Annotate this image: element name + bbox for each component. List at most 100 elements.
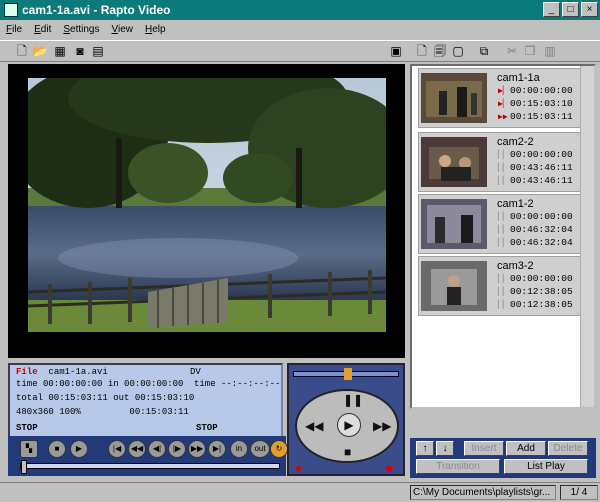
play-marker-icon: ▏▏ bbox=[498, 213, 508, 222]
transition-button[interactable]: Transition bbox=[416, 459, 500, 474]
shuttle-slider[interactable] bbox=[293, 368, 399, 380]
status-bar: C:\My Documents\playlists\gr... 1/ 4 bbox=[0, 482, 600, 502]
new-file-icon[interactable]: 🗋 bbox=[14, 43, 30, 59]
jog-play-icon[interactable]: ▶ bbox=[337, 413, 361, 437]
out-marker-icon: ▏▏ bbox=[498, 239, 508, 248]
play-button[interactable]: ▶ bbox=[70, 440, 88, 458]
new-list-icon[interactable]: 🗋 bbox=[414, 43, 430, 59]
toolbar: 🗋 📂 ▦ ◙ ▤ ▣ 🗋 🗐 ▢ ⧉ ✂ ❐ ▥ bbox=[0, 40, 600, 62]
seek-slider[interactable] bbox=[20, 460, 280, 474]
clip-name: cam3-2 bbox=[497, 260, 534, 272]
clip-item[interactable]: cam3-2 ▏▏ 00:00:00:00 ▏▏ 00:12:38:05 ▏▏ 00:… bbox=[418, 256, 583, 316]
clip-item[interactable]: cam1-1a ▶▏ 00:00:00:00 ▶▏ 00:15:03:10 ▶▶ 00… bbox=[418, 68, 583, 128]
clip-list[interactable]: cam1-1a ▶▏ 00:00:00:00 ▶▏ 00:15:03:10 ▶▶ 00… bbox=[410, 64, 596, 409]
status-stop-left: STOP bbox=[16, 423, 38, 433]
loop-button[interactable]: ↻ bbox=[270, 440, 288, 458]
properties-icon[interactable]: ⧉ bbox=[476, 43, 492, 59]
rewind-button[interactable]: ◀◀ bbox=[128, 440, 146, 458]
marker-button[interactable]: ▚ bbox=[20, 440, 38, 458]
clip-in-tc: 00:15:03:10 bbox=[510, 98, 573, 109]
clip-in-tc: 00:46:32:04 bbox=[510, 224, 573, 235]
clip-in-tc: 00:43:46:11 bbox=[510, 162, 573, 173]
minimize-button[interactable]: _ bbox=[543, 2, 560, 17]
open-folder-icon[interactable]: 📂 bbox=[32, 43, 48, 59]
jog-rewind-icon[interactable]: ◀◀ bbox=[305, 419, 323, 433]
video-frame[interactable] bbox=[28, 78, 386, 332]
shuttle-thumb[interactable] bbox=[344, 368, 352, 380]
in-label: in bbox=[107, 379, 119, 389]
clip-length-tc: 00:46:32:04 bbox=[510, 237, 573, 248]
open-list-icon[interactable]: 🗐 bbox=[432, 43, 448, 59]
camera-icon[interactable]: ◙ bbox=[72, 43, 88, 59]
play-marker-icon: ▏▏ bbox=[498, 275, 508, 284]
save-icon[interactable]: ▢ bbox=[450, 43, 466, 59]
clip-name: cam2-2 bbox=[497, 136, 534, 148]
clipboard-icon[interactable]: ▤ bbox=[90, 43, 106, 59]
close-button[interactable]: × bbox=[581, 2, 598, 17]
stop-button[interactable]: ■ bbox=[48, 440, 66, 458]
out-marker-icon: ▏▏ bbox=[498, 177, 508, 186]
title-bar: cam1-1a.avi - Rapto Video _ □ × bbox=[0, 0, 600, 20]
clip-length-tc: 00:43:46:11 bbox=[510, 175, 573, 186]
record-icon[interactable]: ● bbox=[295, 461, 302, 475]
fast-forward-button[interactable]: ▶▶ bbox=[188, 440, 206, 458]
mark-in-button[interactable]: in bbox=[230, 440, 248, 458]
list-button-panel: ↑ ↓ Insert Add Delete Transition List Pl… bbox=[410, 438, 596, 478]
mark-out-button[interactable]: out bbox=[250, 440, 270, 458]
in-marker-icon: ▶▏ bbox=[498, 100, 508, 109]
jog-panel: ❚❚ ◀◀ ▶ ▶▶ ■ ● ⬥ bbox=[287, 363, 405, 476]
display-icon[interactable]: ▣ bbox=[388, 43, 404, 59]
list-play-button[interactable]: List Play bbox=[504, 459, 588, 474]
copy-icon[interactable]: ❐ bbox=[522, 43, 538, 59]
menu-edit[interactable]: Edit bbox=[34, 24, 51, 35]
clip-item[interactable]: cam2-2 ▏▏ 00:00:00:00 ▏▏ 00:43:46:11 ▏▏ 00:… bbox=[418, 132, 583, 192]
paste-icon[interactable]: ▥ bbox=[542, 43, 558, 59]
time2-value: time --:--:--:-- bbox=[194, 379, 281, 389]
go-start-button[interactable]: |◀ bbox=[108, 440, 126, 458]
clip-list-scrollbar[interactable] bbox=[580, 66, 594, 407]
time-value: time 00:00:00:00 bbox=[16, 379, 103, 389]
clip-info-panel: File cam1-1a.avi DV time 00:00:00:00 in … bbox=[8, 363, 283, 441]
add-button[interactable]: Add bbox=[506, 441, 546, 456]
delete-button[interactable]: Delete bbox=[548, 441, 588, 456]
film-icon[interactable]: ▦ bbox=[52, 43, 68, 59]
move-up-button[interactable]: ↑ bbox=[416, 441, 434, 456]
app-window: cam1-1a.avi - Rapto Video _ □ × File Edi… bbox=[0, 0, 600, 502]
jog-forward-icon[interactable]: ▶▶ bbox=[373, 419, 391, 433]
play-marker-icon: ▏▏ bbox=[498, 151, 508, 160]
pause-icon[interactable]: ❚❚ bbox=[343, 393, 363, 407]
clip-item[interactable]: cam1-2 ▏▏ 00:00:00:00 ▏▏ 00:46:32:04 ▏▏ 00:… bbox=[418, 194, 583, 254]
jog-stop-icon[interactable]: ■ bbox=[344, 445, 351, 459]
clip-length-tc: 00:12:38:05 bbox=[510, 299, 573, 310]
move-down-button[interactable]: ↓ bbox=[436, 441, 454, 456]
out-marker-icon: ▏▏ bbox=[498, 301, 508, 310]
window-title: cam1-1a.avi - Rapto Video bbox=[22, 3, 171, 17]
resolution-value: 480x360 100% bbox=[16, 407, 81, 417]
in-marker-icon: ▏▏ bbox=[498, 288, 508, 297]
insert-button[interactable]: Insert bbox=[464, 441, 504, 456]
menu-settings[interactable]: Settings bbox=[63, 24, 99, 35]
go-end-button[interactable]: ▶| bbox=[208, 440, 226, 458]
transport-bar: ▚ ■ ▶ |◀ ◀◀ ◀| |▶ ▶▶ ▶| in out ↻ bbox=[8, 436, 288, 476]
in-marker-icon: ▏▏ bbox=[498, 164, 508, 173]
cut-icon[interactable]: ✂ bbox=[504, 43, 520, 59]
menu-help[interactable]: Help bbox=[145, 24, 166, 35]
jog-wheel[interactable]: ❚❚ ◀◀ ▶ ▶▶ ■ bbox=[295, 389, 399, 463]
video-preview-panel bbox=[8, 64, 405, 358]
maximize-button[interactable]: □ bbox=[562, 2, 579, 17]
step-forward-button[interactable]: |▶ bbox=[168, 440, 186, 458]
format-value: DV bbox=[190, 367, 201, 377]
total-value: total 00:15:03:11 bbox=[16, 393, 108, 403]
seek-thumb[interactable] bbox=[21, 460, 27, 474]
menu-file[interactable]: File bbox=[6, 24, 22, 35]
clip-in-tc: 00:12:38:05 bbox=[510, 286, 573, 297]
clip-thumbnail bbox=[421, 261, 487, 311]
marker-icon[interactable]: ⬥ bbox=[385, 461, 393, 476]
clip-start-tc: 00:00:00:00 bbox=[510, 273, 573, 284]
step-back-button[interactable]: ◀| bbox=[148, 440, 166, 458]
out-marker-icon: ▶▶ bbox=[498, 113, 508, 122]
menu-view[interactable]: View bbox=[112, 24, 134, 35]
status-page: 1/ 4 bbox=[560, 485, 598, 500]
status-stop-right: STOP bbox=[196, 423, 218, 433]
play-marker-icon: ▶▏ bbox=[498, 87, 508, 96]
